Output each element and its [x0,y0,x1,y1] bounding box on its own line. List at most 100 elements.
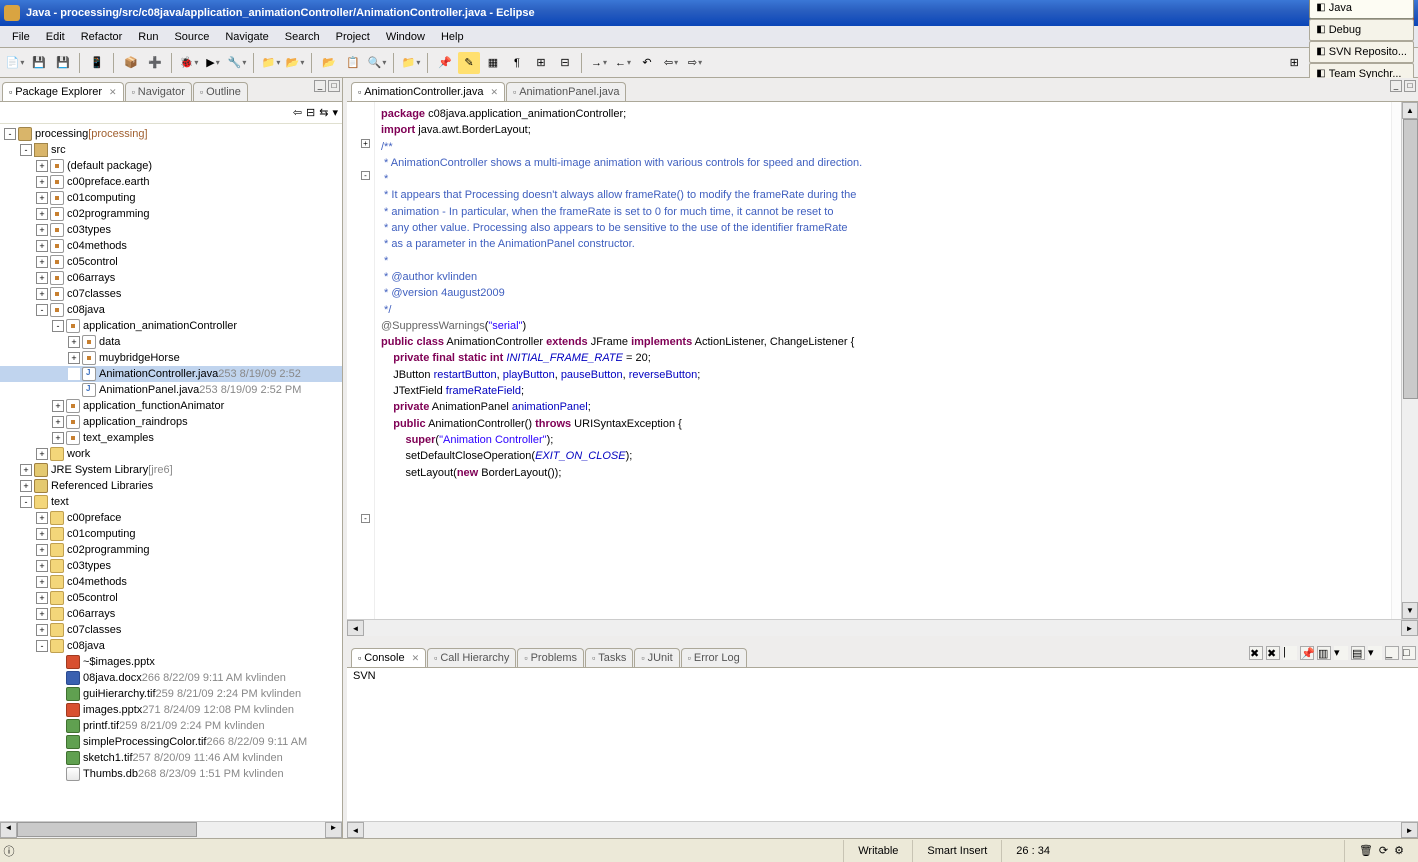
tree-item[interactable]: images.pptx 271 8/24/09 12:08 PM kvlinde… [0,702,342,718]
tree-item[interactable]: -processing [processing] [0,126,342,142]
maximize-editor-button[interactable]: □ [1404,80,1416,92]
minimize-editor-button[interactable]: _ [1390,80,1402,92]
prev-button[interactable]: ←▾ [612,52,634,74]
editor-tab-animationcontrollerjava[interactable]: ▫AnimationController.java✕ [351,82,505,101]
tree-item[interactable]: +c04methods [0,574,342,590]
heap-icon[interactable]: 🗑 [1359,844,1373,857]
tree-item[interactable]: +c01computing [0,526,342,542]
menu-window[interactable]: Window [378,29,433,45]
show-ws-button[interactable]: ¶ [506,52,528,74]
bottom-tab-junit[interactable]: ▫JUnit [634,648,679,667]
bottom-tab-console[interactable]: ▫Console✕ [351,648,426,667]
tree-item[interactable]: +c04methods [0,238,342,254]
new-class-button[interactable]: ➕ [144,52,166,74]
expand-icon[interactable]: + [20,464,32,476]
expand-icon[interactable]: + [36,608,48,620]
tree-item[interactable]: +c02programming [0,542,342,558]
expand-icon[interactable]: + [36,448,48,460]
tree-item[interactable]: +Referenced Libraries [0,478,342,494]
tree-item[interactable]: Thumbs.db 268 8/23/09 1:51 PM kvlinden [0,766,342,782]
expand-icon[interactable]: + [68,352,80,364]
open-type-button[interactable]: 📂 [318,52,340,74]
tree-item[interactable]: +c03types [0,222,342,238]
build-icon[interactable]: ⚙ [1394,844,1404,857]
fold-icon[interactable]: - [361,171,370,180]
maximize-view-button[interactable]: □ [328,80,340,92]
run-button[interactable]: ▶▾ [202,52,224,74]
menu-source[interactable]: Source [166,29,217,45]
new-folder-button[interactable]: 📂▾ [284,52,306,74]
tree-item[interactable]: +c03types [0,558,342,574]
tree-item[interactable]: +c07classes [0,622,342,638]
bottom-tab-callhierarchy[interactable]: ▫Call Hierarchy [427,648,516,667]
tree-item[interactable]: +c05control [0,590,342,606]
mark-button[interactable]: ✎ [458,52,480,74]
expand-icon[interactable]: - [4,128,16,140]
expand-icon[interactable]: + [36,272,48,284]
minimize-view-button[interactable]: _ [314,80,326,92]
menu-search[interactable]: Search [277,29,328,45]
console-output[interactable]: SVN [347,668,1418,821]
menu-edit[interactable]: Edit [38,29,73,45]
code-editor[interactable]: +-- package c08java.application_animatio… [347,102,1418,619]
forward-button[interactable]: ⇨▾ [684,52,706,74]
remove-all-icon[interactable]: ✖ [1266,646,1280,660]
device-button[interactable]: 📱 [86,52,108,74]
overview-ruler[interactable] [1391,102,1401,619]
expand-icon[interactable]: - [36,640,48,652]
bottom-tab-tasks[interactable]: ▫Tasks [585,648,633,667]
close-tab-icon[interactable]: ✕ [490,87,498,98]
fold-icon[interactable]: + [361,139,370,148]
expand-icon[interactable]: + [36,240,48,252]
next-button[interactable]: →▾ [588,52,610,74]
tree-item[interactable]: +application_raindrops [0,414,342,430]
folder-button[interactable]: 📁▾ [400,52,422,74]
bottom-tab-errorlog[interactable]: ▫Error Log [681,648,747,667]
expand-icon[interactable]: + [36,592,48,604]
close-tab-icon[interactable]: ✕ [109,87,117,98]
save-button[interactable]: 💾 [28,52,50,74]
tree-item[interactable]: -src [0,142,342,158]
console-hscrollbar[interactable]: ◄► [347,821,1418,838]
expand-icon[interactable]: - [52,320,64,332]
expand-icon[interactable]: + [36,224,48,236]
left-tab-navigator[interactable]: ▫Navigator [125,82,192,101]
tree-item[interactable]: guiHierarchy.tif 259 8/21/09 2:24 PM kvl… [0,686,342,702]
editor-vscrollbar[interactable]: ▲ ▼ [1401,102,1418,619]
expand-icon[interactable]: + [36,560,48,572]
tree-item[interactable]: 08java.docx 266 8/22/09 9:11 AM kvlinden [0,670,342,686]
expand-icon[interactable]: + [36,192,48,204]
code-area[interactable]: package c08java.application_animationCon… [375,102,1391,619]
menu-navigate[interactable]: Navigate [217,29,276,45]
collapse-all-icon[interactable]: ⊟ [306,106,315,119]
tree-item[interactable]: ~$images.pptx [0,654,342,670]
block-button[interactable]: ▦ [482,52,504,74]
tree-item[interactable]: +c06arrays [0,270,342,286]
new-package-button[interactable]: 📦 [120,52,142,74]
tree-item[interactable]: +data [0,334,342,350]
expand-icon[interactable]: + [36,576,48,588]
tree-item[interactable]: +muybridgeHorse [0,350,342,366]
expand-icon[interactable]: + [36,208,48,220]
expand-icon[interactable]: - [20,496,32,508]
run-last-button[interactable]: 🔧▾ [226,52,248,74]
expand-icon[interactable]: + [52,432,64,444]
menu-help[interactable]: Help [433,29,472,45]
expand-icon[interactable]: + [36,160,48,172]
updates-icon[interactable]: ⟳ [1379,844,1388,857]
bottom-tab-problems[interactable]: ▫Problems [517,648,584,667]
tree-item[interactable]: sketch1.tif 257 8/20/09 11:46 AM kvlinde… [0,750,342,766]
expand-icon[interactable]: + [36,176,48,188]
tree-item[interactable]: +(default package) [0,158,342,174]
tree-item[interactable]: +c06arrays [0,606,342,622]
bottom-min-button[interactable]: _ [1385,646,1399,660]
close-tab-icon[interactable]: ✕ [412,653,420,664]
save-all-button[interactable]: 💾 [52,52,74,74]
back-button[interactable]: ⇦▾ [660,52,682,74]
tree-item[interactable]: simpleProcessingColor.tif 266 8/22/09 9:… [0,734,342,750]
perspective-debug[interactable]: ◧Debug [1309,19,1414,41]
pin-console-icon[interactable]: 📌 [1300,646,1314,660]
open-task-button[interactable]: 📋 [342,52,364,74]
expand-icon[interactable]: - [36,304,48,316]
bottom-max-button[interactable]: □ [1402,646,1416,660]
